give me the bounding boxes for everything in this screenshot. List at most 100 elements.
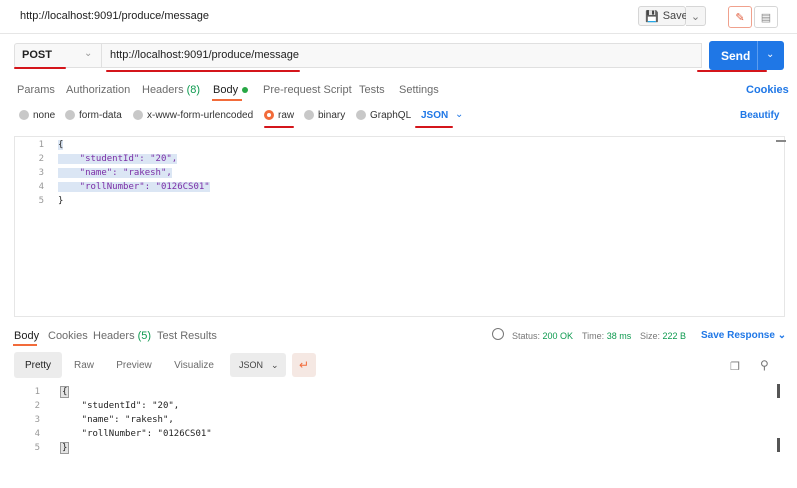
response-tab-headers[interactable]: Headers (5) bbox=[93, 330, 151, 342]
save-response-button[interactable]: Save Response ⌄ bbox=[701, 330, 786, 341]
radio-none-label[interactable]: none bbox=[33, 110, 55, 121]
time-value: 38 ms bbox=[606, 331, 632, 341]
annotation-underline-method bbox=[14, 67, 66, 69]
radio-raw-label[interactable]: raw bbox=[278, 110, 294, 121]
line-number: 3 bbox=[34, 415, 40, 425]
headers-count: (8) bbox=[186, 84, 201, 96]
language-select[interactable]: JSON bbox=[421, 110, 448, 121]
tab-tests[interactable]: Tests bbox=[359, 84, 385, 96]
response-tab-headers-label: Headers bbox=[93, 330, 135, 342]
cookies-link[interactable]: Cookies bbox=[746, 84, 789, 96]
radio-raw[interactable] bbox=[264, 110, 274, 120]
status-label: Status: bbox=[512, 331, 541, 341]
response-code-line: "rollNumber": "0126CS01" bbox=[60, 429, 212, 439]
response-language-label: JSON bbox=[239, 360, 264, 370]
save-response-label: Save Response bbox=[701, 330, 775, 341]
format-preview[interactable]: Preview bbox=[110, 352, 158, 378]
radio-graphql-label[interactable]: GraphQL bbox=[370, 110, 411, 121]
request-title[interactable]: http://localhost:9091/produce/message bbox=[20, 10, 209, 22]
tab-headers-label: Headers bbox=[142, 84, 184, 96]
tab-pre-request-script[interactable]: Pre-request Script bbox=[263, 84, 352, 96]
radio-form-data-label[interactable]: form-data bbox=[79, 110, 122, 121]
documentation-button[interactable]: ▤ bbox=[754, 6, 778, 28]
pencil-icon: ✎ bbox=[735, 11, 745, 24]
save-icon: 💾 bbox=[645, 10, 659, 23]
editor-scrollbar[interactable] bbox=[776, 140, 786, 142]
code-line[interactable]: "studentId": "20", bbox=[58, 154, 178, 164]
save-dropdown-button[interactable]: ⌄ bbox=[686, 6, 706, 26]
radio-form-data[interactable] bbox=[65, 110, 75, 120]
time-indicator: Time: 38 ms bbox=[582, 331, 631, 341]
code-line[interactable]: { bbox=[58, 140, 64, 150]
annotation-underline-raw bbox=[264, 126, 294, 128]
radio-graphql[interactable] bbox=[356, 110, 366, 120]
tab-headers[interactable]: Headers (8) bbox=[142, 84, 200, 96]
wrap-lines-button[interactable]: ↵ bbox=[292, 353, 316, 377]
code-line[interactable]: "rollNumber": "0126CS01" bbox=[58, 182, 210, 192]
copy-icon[interactable]: ❐ bbox=[730, 360, 740, 373]
chevron-down-icon[interactable]: ⌄ bbox=[455, 109, 463, 120]
line-number: 4 bbox=[38, 182, 44, 192]
chevron-down-icon: ⌄ bbox=[777, 330, 787, 341]
response-language-select[interactable]: JSON ⌄ bbox=[230, 353, 286, 377]
annotation-underline-url bbox=[106, 70, 300, 72]
code-line[interactable]: "name": "rakesh", bbox=[58, 168, 172, 178]
chevron-down-icon: ⌄ bbox=[271, 359, 279, 370]
annotation-underline-send bbox=[697, 70, 767, 72]
save-button[interactable]: 💾 Save bbox=[638, 6, 688, 26]
radio-binary[interactable] bbox=[304, 110, 314, 120]
chevron-down-icon: ⌄ bbox=[84, 48, 93, 59]
format-raw[interactable]: Raw bbox=[68, 352, 100, 378]
response-code-line: "studentId": "20", bbox=[60, 401, 180, 411]
line-number: 5 bbox=[34, 443, 40, 453]
active-dot-icon bbox=[242, 87, 249, 94]
response-tab-underline bbox=[13, 344, 37, 346]
status-value: 200 OK bbox=[542, 331, 574, 341]
method-label: POST bbox=[22, 49, 52, 61]
response-tab-test-results[interactable]: Test Results bbox=[157, 330, 217, 342]
tab-authorization[interactable]: Authorization bbox=[66, 84, 130, 96]
beautify-link[interactable]: Beautify bbox=[740, 110, 779, 121]
line-number: 1 bbox=[38, 140, 44, 150]
response-scrollbar[interactable] bbox=[777, 438, 780, 452]
search-icon[interactable]: ⚲ bbox=[760, 358, 769, 372]
response-code-line: } bbox=[60, 442, 70, 454]
size-label: Size: bbox=[640, 331, 661, 341]
send-dropdown-icon[interactable]: ⌄ bbox=[766, 49, 774, 60]
wrap-icon: ↵ bbox=[298, 358, 310, 372]
globe-icon[interactable] bbox=[492, 328, 504, 340]
tab-settings[interactable]: Settings bbox=[399, 84, 439, 96]
size-indicator: Size: 222 B bbox=[640, 331, 686, 341]
url-text: http://localhost:9091/produce/message bbox=[110, 49, 299, 61]
send-divider bbox=[757, 41, 758, 70]
line-number: 2 bbox=[38, 154, 44, 164]
line-number: 2 bbox=[34, 401, 40, 411]
response-code-line: "name": "rakesh", bbox=[60, 415, 174, 425]
line-number: 5 bbox=[38, 196, 44, 206]
tab-body[interactable]: Body bbox=[213, 84, 249, 96]
radio-none[interactable] bbox=[19, 110, 29, 120]
annotation-underline-json bbox=[415, 126, 453, 128]
status-indicator: Status: 200 OK bbox=[512, 331, 573, 341]
format-pretty[interactable]: Pretty bbox=[14, 352, 62, 378]
save-label: Save bbox=[662, 10, 688, 22]
response-code-line: { bbox=[60, 386, 70, 398]
bracket-match: } bbox=[60, 442, 70, 454]
chevron-down-icon: ⌄ bbox=[690, 10, 701, 23]
radio-urlencoded-label[interactable]: x-www-form-urlencoded bbox=[147, 110, 253, 121]
document-icon: ▤ bbox=[760, 11, 772, 24]
code-line[interactable]: } bbox=[58, 196, 63, 206]
bracket-match: { bbox=[60, 386, 70, 398]
radio-binary-label[interactable]: binary bbox=[318, 110, 345, 121]
response-tab-cookies[interactable]: Cookies bbox=[48, 330, 88, 342]
response-scrollbar[interactable] bbox=[777, 384, 780, 398]
time-label: Time: bbox=[582, 331, 605, 341]
radio-urlencoded[interactable] bbox=[133, 110, 143, 120]
format-visualize[interactable]: Visualize bbox=[168, 352, 220, 378]
tab-params[interactable]: Params bbox=[17, 84, 55, 96]
edit-button[interactable]: ✎ bbox=[728, 6, 752, 28]
tab-active-underline bbox=[212, 99, 242, 101]
line-number: 4 bbox=[34, 429, 40, 439]
tab-body-label: Body bbox=[213, 84, 239, 96]
response-tab-body[interactable]: Body bbox=[14, 330, 39, 342]
